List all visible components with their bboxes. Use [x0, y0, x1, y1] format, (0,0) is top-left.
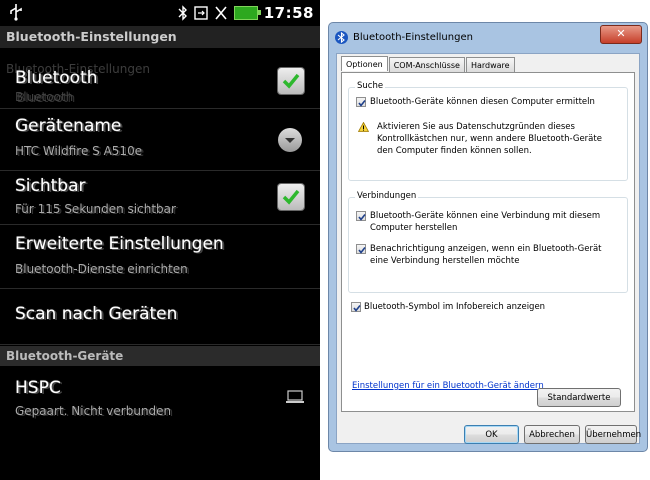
- group-connections: Verbindungen Bluetooth-Geräte können ein…: [348, 191, 628, 293]
- tray-icon-label: Bluetooth-Symbol im Infobereich anzeigen: [364, 302, 546, 312]
- row-bluetooth[interactable]: Bluetooth Bluetooth: [0, 60, 320, 109]
- tab-options[interactable]: Optionen: [341, 56, 388, 71]
- check-icon: [282, 189, 300, 205]
- tray-icon-checkbox[interactable]: [351, 302, 361, 312]
- notify-connections-label: Benachrichtigung anzeigen, wenn ein Blue…: [370, 244, 602, 266]
- usb-icon: [10, 4, 22, 21]
- check-icon: [358, 214, 366, 221]
- section-bluetooth-devices: Bluetooth-Geräte: [0, 346, 320, 366]
- warning-icon: [358, 122, 369, 132]
- sync-icon: [194, 6, 208, 20]
- defaults-button[interactable]: Standardwerte: [537, 388, 621, 407]
- privacy-warning-text: Aktivieren Sie aus Datenschutzgründen di…: [377, 122, 602, 156]
- row-device-name[interactable]: Gerätename HTC Wildfire S A510e: [0, 110, 320, 171]
- row-visible[interactable]: Sichtbar Für 115 Sekunden sichtbar: [0, 172, 320, 225]
- row-device-name-subtitle: HTC Wildfire S A510e: [15, 144, 143, 158]
- row-visible-subtitle: Für 115 Sekunden sichtbar: [15, 202, 176, 216]
- allow-connections-label: Bluetooth-Geräte können eine Verbindung …: [370, 211, 601, 233]
- device-subtitle: Gepaart. Nicht verbunden: [15, 404, 172, 418]
- row-advanced-subtitle: Bluetooth-Dienste einrichten: [15, 262, 188, 276]
- device-item-hspc[interactable]: HSPC Gepaart. Nicht verbunden: [0, 368, 320, 428]
- group-search: Suche Bluetooth-Geräte können diesen Com…: [348, 81, 628, 181]
- group-search-label: Suche: [355, 81, 386, 91]
- options-panel: Suche Bluetooth-Geräte können diesen Com…: [341, 72, 635, 412]
- ok-button[interactable]: OK: [464, 425, 519, 444]
- android-screen: 17:58 Bluetooth-Einstellungen Bluetooth-…: [0, 0, 320, 480]
- status-time: 17:58: [263, 4, 314, 22]
- allow-connections-checkbox[interactable]: [356, 211, 366, 221]
- device-name-dropdown[interactable]: [278, 128, 302, 152]
- row-advanced-settings[interactable]: Erweiterte Einstellungen Bluetooth-Diens…: [0, 226, 320, 289]
- tab-bar: Optionen COM-Anschlüsse Hardware: [341, 56, 516, 72]
- row-visible-title: Sichtbar: [15, 176, 86, 196]
- dialog-title: Bluetooth-Einstellungen: [353, 32, 473, 43]
- row-bluetooth-subtitle: Bluetooth: [15, 90, 74, 104]
- cancel-button[interactable]: Abbrechen: [524, 425, 580, 444]
- no-signal-icon: [215, 6, 227, 20]
- device-title: HSPC: [15, 378, 61, 398]
- check-icon: [282, 73, 300, 89]
- row-advanced-title: Erweiterte Einstellungen: [15, 234, 224, 254]
- device-settings-link[interactable]: Einstellungen für ein Bluetooth-Gerät än…: [352, 381, 544, 391]
- bluetooth-status-icon: [178, 5, 187, 21]
- check-icon: [358, 100, 366, 107]
- bluetooth-icon: [335, 31, 348, 44]
- check-icon: [353, 305, 361, 312]
- row-scan-devices[interactable]: Scan nach Geräten: [0, 290, 320, 345]
- group-connections-label: Verbindungen: [355, 191, 419, 201]
- visible-checkbox[interactable]: [278, 184, 304, 210]
- status-bar: 17:58: [0, 0, 320, 26]
- check-icon: [358, 247, 366, 254]
- row-scan-title: Scan nach Geräten: [15, 304, 178, 324]
- laptop-icon: [286, 390, 304, 403]
- close-button[interactable]: ✕: [600, 25, 642, 44]
- chevron-down-icon: [285, 138, 295, 143]
- battery-icon: [233, 6, 261, 20]
- dialog-body: Optionen COM-Anschlüsse Hardware Suche B…: [336, 53, 641, 444]
- bluetooth-settings-dialog: Bluetooth-Einstellungen ✕ Optionen COM-A…: [328, 22, 648, 452]
- tab-com-ports[interactable]: COM-Anschlüsse: [388, 57, 465, 72]
- close-icon: ✕: [616, 27, 626, 40]
- discoverable-label: Bluetooth-Geräte können diesen Computer …: [370, 97, 595, 107]
- dialog-title-bar: Bluetooth-Einstellungen: [335, 31, 473, 44]
- android-title: Bluetooth-Einstellungen: [6, 29, 177, 44]
- notify-connections-checkbox[interactable]: [356, 244, 366, 254]
- tab-hardware[interactable]: Hardware: [465, 57, 515, 72]
- discoverable-checkbox[interactable]: [356, 97, 366, 107]
- row-device-name-title: Gerätename: [15, 116, 122, 136]
- apply-button[interactable]: Übernehmen: [585, 425, 641, 444]
- android-title-bar: Bluetooth-Einstellungen: [0, 26, 320, 48]
- bluetooth-checkbox[interactable]: [278, 68, 304, 94]
- row-bluetooth-title: Bluetooth: [15, 68, 98, 88]
